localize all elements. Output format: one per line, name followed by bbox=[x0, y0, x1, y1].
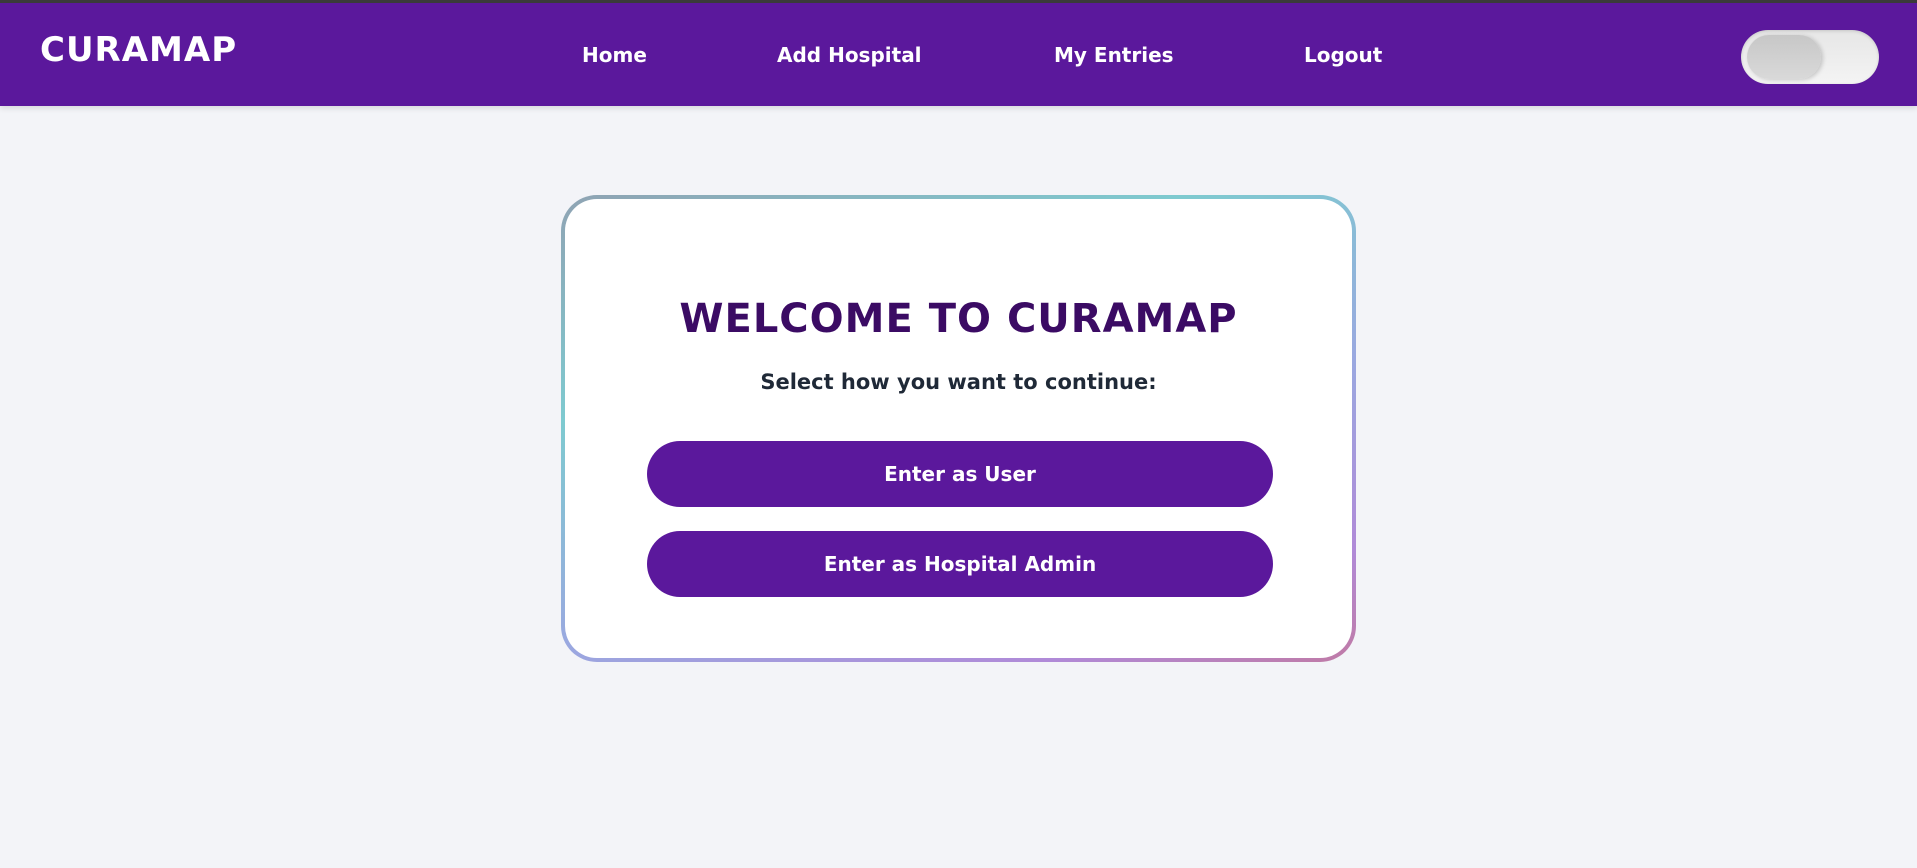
theme-toggle-knob bbox=[1747, 35, 1821, 79]
welcome-subtitle: Select how you want to continue: bbox=[760, 370, 1157, 394]
theme-toggle[interactable] bbox=[1741, 30, 1879, 84]
welcome-title: WELCOME TO CURAMAP bbox=[679, 296, 1238, 342]
nav-link-logout[interactable]: Logout bbox=[1304, 45, 1382, 65]
welcome-card: WELCOME TO CURAMAP Select how you want t… bbox=[565, 199, 1352, 658]
nav-link-my-entries[interactable]: My Entries bbox=[1054, 45, 1174, 65]
top-navbar: CURAMAP Home Add Hospital My Entries Log… bbox=[0, 0, 1917, 106]
nav-link-home[interactable]: Home bbox=[582, 45, 647, 65]
nav-link-add-hospital[interactable]: Add Hospital bbox=[777, 45, 922, 65]
enter-as-hospital-admin-button[interactable]: Enter as Hospital Admin bbox=[647, 531, 1273, 597]
welcome-card-border: WELCOME TO CURAMAP Select how you want t… bbox=[561, 195, 1356, 662]
brand-logo[interactable]: CURAMAP bbox=[40, 33, 237, 67]
enter-as-user-button[interactable]: Enter as User bbox=[647, 441, 1273, 507]
